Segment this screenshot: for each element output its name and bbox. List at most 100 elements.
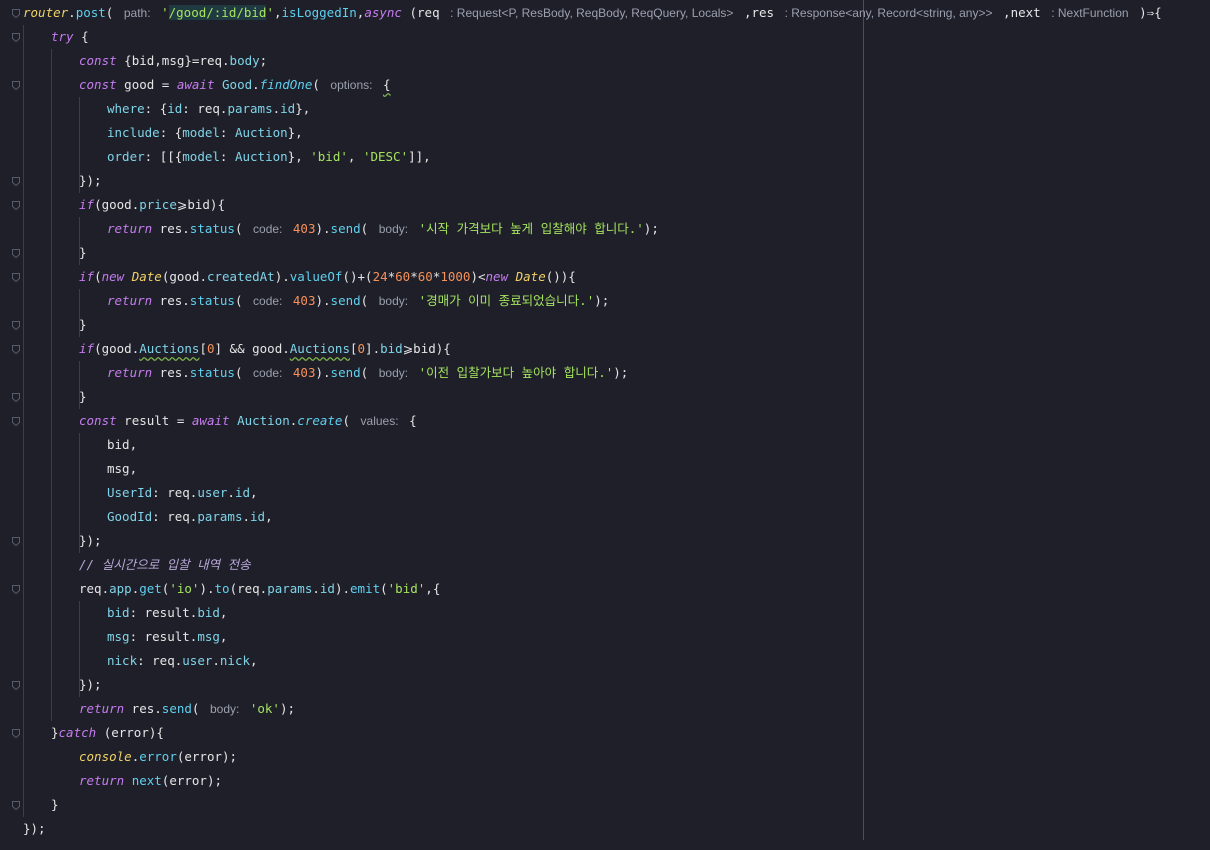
fold-marker-icon[interactable] [12,585,20,594]
code-token: createdAt [206,269,275,284]
code-line[interactable]: bid, [107,433,137,457]
parameter-hint: path: [123,6,151,20]
parameter-hint: : Response<any, Record<string, any>> [784,6,993,20]
code-token: (good. [94,341,140,356]
code-token: , [219,605,228,620]
fold-marker-icon[interactable] [12,273,20,282]
code-line[interactable]: return res.status( code: 403).send( body… [107,289,609,313]
code-token: }); [79,533,102,548]
code-token: } [79,245,87,260]
code-token: if [79,197,95,212]
code-line[interactable]: UserId: req.user.id, [107,481,258,505]
code-line[interactable]: }catch (error){ [51,721,164,745]
code-line[interactable]: include: {model: Auction}, [107,121,303,145]
code-line[interactable]: const result = await Auction.create( val… [79,409,417,433]
code-token: }, [287,149,311,164]
code-token: (good. [161,269,207,284]
code-line[interactable]: bid: result.bid, [107,601,227,625]
code-token: , [265,509,273,524]
code-line[interactable]: } [79,313,87,337]
code-token: 403 [292,221,316,236]
code-token: ( [94,269,102,284]
code-token: ( [342,413,358,428]
code-line[interactable]: return res.status( code: 403).send( body… [107,361,628,385]
code-line[interactable]: try { [51,25,89,49]
code-token: params [197,509,243,524]
fold-marker-icon[interactable] [12,393,20,402]
code-line[interactable]: }); [23,817,46,841]
code-line[interactable]: }); [79,529,102,553]
code-token: ( [234,365,251,380]
code-line[interactable]: const good = await Good.findOne( options… [79,73,391,97]
fold-marker-icon[interactable] [12,417,20,426]
code-token: ' [266,5,274,20]
fold-marker-icon[interactable] [12,681,20,690]
fold-marker-icon[interactable] [12,81,20,90]
code-token: status [189,293,235,308]
fold-marker-icon[interactable] [12,177,20,186]
parameter-hint: code: [253,222,283,236]
code-token: Date [131,269,162,284]
code-token: 'bid' [310,149,348,164]
code-line[interactable]: if(good.price⩾bid){ [79,193,225,217]
code-editor[interactable]: router.post( path: '/good/:id/bid',isLog… [0,0,1210,850]
code-line[interactable]: if(good.Auctions[0] && good.Auctions[0].… [79,337,451,361]
code-token: . [242,509,250,524]
code-token: ); [643,221,659,236]
code-line[interactable]: console.error(error); [79,745,237,769]
code-token: ); [613,365,629,380]
fold-marker-icon[interactable] [12,33,20,42]
code-token: : [219,149,235,164]
fold-marker-icon[interactable] [12,345,20,354]
fold-marker-icon[interactable] [12,9,20,18]
code-line[interactable]: // 실시간으로 입찰 내역 전송 [79,553,251,577]
code-line[interactable]: } [51,793,59,817]
fold-gutter [0,0,22,850]
code-token: ( [191,701,207,716]
code-token: ()){ [545,269,576,284]
code-line[interactable]: req.app.get('io').to(req.params.id).emit… [79,577,440,601]
code-line[interactable]: msg, [107,457,137,481]
code-token: req. [79,581,110,596]
fold-marker-icon[interactable] [12,249,20,258]
fold-marker-icon[interactable] [12,801,20,810]
code-token: , [347,149,363,164]
fold-marker-icon[interactable] [12,201,20,210]
code-token: '경매가 이미 종료되었습니다.' [418,293,595,308]
code-token: : req. [152,509,198,524]
code-token: const [79,53,117,68]
code-token: Date [515,269,546,284]
fold-marker-icon[interactable] [12,321,20,330]
code-line[interactable]: return res.send( body: 'ok'); [79,697,295,721]
code-token: ] && good. [214,341,290,356]
code-token: UserId [107,485,153,500]
code-line[interactable]: return next(error); [79,769,222,793]
code-token: get [139,581,162,596]
code-token: { [401,413,417,428]
code-line[interactable]: }); [79,169,102,193]
code-token: ); [279,701,296,716]
fold-marker-icon[interactable] [12,537,20,546]
code-line[interactable]: msg: result.msg, [107,625,227,649]
code-token: [ [349,341,358,356]
parameter-hint: body: [209,702,240,716]
code-line[interactable]: }); [79,673,102,697]
code-line[interactable]: } [79,241,87,265]
code-token: if [79,341,95,356]
code-line[interactable]: return res.status( code: 403).send( body… [107,217,659,241]
code-line[interactable]: nick: req.user.nick, [107,649,258,673]
fold-marker-icon[interactable] [12,729,20,738]
code-token: ). [315,293,331,308]
code-line[interactable]: order: [[{model: Auction}, 'bid', 'DESC'… [107,145,431,169]
code-line[interactable]: router.post( path: '/good/:id/bid',isLog… [23,1,1162,25]
code-line[interactable]: GoodId: req.params.id, [107,505,273,529]
code-line[interactable]: } [79,385,87,409]
code-line[interactable]: const {bid,msg}=req.body; [79,49,267,73]
code-token: params [227,101,273,116]
code-token: ()+( [342,269,373,284]
code-token: . [222,53,230,68]
code-line[interactable]: if(new Date(good.createdAt).valueOf()+(2… [79,265,576,289]
code-token: bid, [107,437,138,452]
code-line[interactable]: where: {id: req.params.id}, [107,97,310,121]
